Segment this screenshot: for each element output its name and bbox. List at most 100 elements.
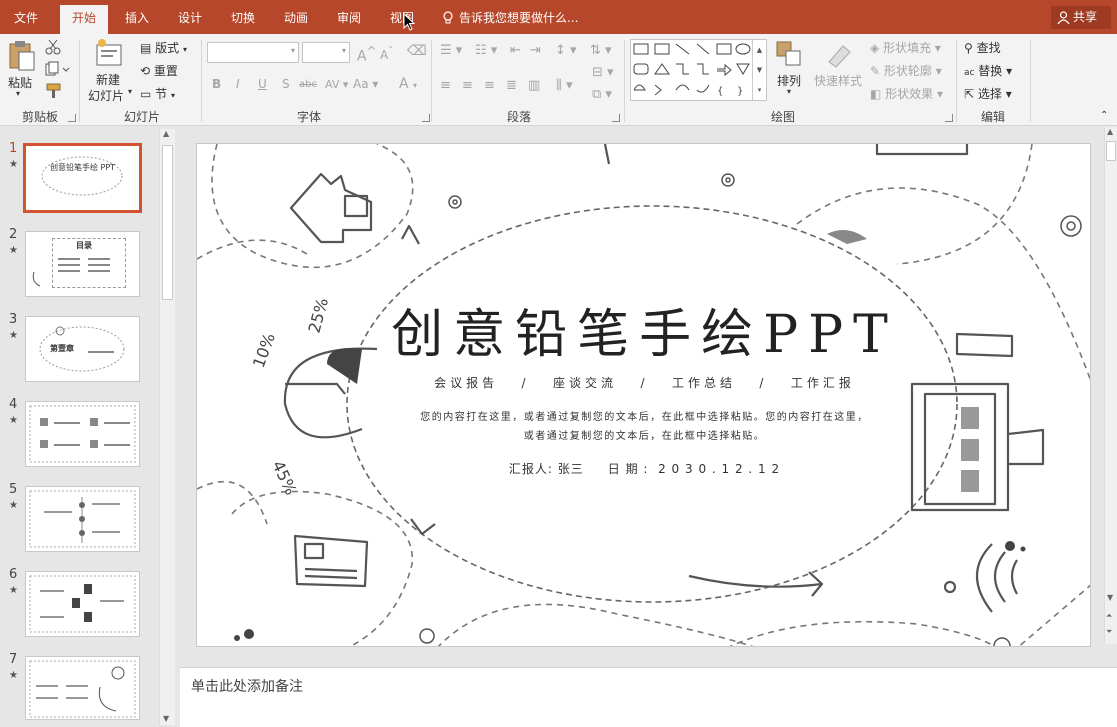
increase-indent-icon[interactable]: ⇥ bbox=[530, 43, 541, 58]
scroll-down-icon[interactable]: ▼ bbox=[163, 714, 169, 723]
animation-star-icon: ★ bbox=[9, 500, 18, 511]
tab-view[interactable]: 视图 bbox=[378, 0, 426, 34]
group-divider bbox=[1030, 40, 1031, 122]
shape-effects-label: 形状效果 bbox=[885, 87, 934, 101]
layout-button[interactable]: ▤ 版式 ▾ bbox=[140, 39, 187, 56]
tab-insert[interactable]: 插入 bbox=[113, 0, 161, 34]
arrange-button[interactable]: 排列 ▾ bbox=[774, 40, 808, 102]
group-divider bbox=[201, 40, 202, 122]
quick-styles-icon bbox=[828, 45, 851, 68]
distributed-icon[interactable]: ▥ bbox=[528, 78, 540, 93]
paragraph-dialog-launcher[interactable] bbox=[612, 114, 620, 122]
columns-icon[interactable]: ⫼ ▾ bbox=[556, 78, 573, 93]
tab-design[interactable]: 设计 bbox=[166, 0, 214, 34]
font-size-select[interactable]: ▾ bbox=[302, 42, 350, 63]
slide-canvas[interactable]: 10% 25% 45% 创意铅笔手绘PPT 会议报告 / 座谈交流 / 工作总结… bbox=[196, 143, 1091, 647]
grow-font-button[interactable]: A^ bbox=[357, 44, 376, 65]
shape-effects-button[interactable]: ◧ 形状效果 ▾ bbox=[870, 85, 943, 102]
scroll-down-icon[interactable]: ▼ bbox=[1107, 593, 1113, 602]
tell-me-box[interactable]: 告诉我您想要做什么... bbox=[442, 0, 578, 34]
slide-thumbnail-2[interactable]: 目录 bbox=[25, 231, 140, 297]
slide-thumbnail-7[interactable] bbox=[25, 656, 140, 720]
thumbnails-scrollbar[interactable]: ▲ ▼ bbox=[159, 129, 175, 725]
shape-fill-button[interactable]: ◈ 形状填充 ▾ bbox=[870, 39, 941, 56]
ribbon: 粘贴 ▾ 剪贴板 新建 幻灯片 ▾ ▤ 版式 ▾ ⟲ 重置 ▭ 节 ▾ 幻灯片 … bbox=[0, 34, 1117, 126]
tab-review[interactable]: 审阅 bbox=[325, 0, 373, 34]
slide-title[interactable]: 创意铅笔手绘PPT bbox=[197, 292, 1090, 367]
tab-home[interactable]: 开始 bbox=[60, 5, 108, 34]
change-case-button[interactable]: Aa ▾ bbox=[353, 77, 378, 91]
align-center-icon[interactable]: ≡ bbox=[462, 78, 473, 93]
slide-thumbnail-1[interactable]: 创意铅笔手绘 PPT bbox=[23, 143, 142, 213]
replace-button[interactable]: ac 替换 ▾ bbox=[964, 62, 1012, 79]
text-direction-icon[interactable]: ⇅ ▾ bbox=[590, 43, 612, 58]
scroll-thumb[interactable] bbox=[162, 145, 173, 300]
paste-button[interactable]: 粘贴 ▾ bbox=[6, 38, 38, 100]
shapes-gallery[interactable]: {} bbox=[630, 39, 767, 101]
layout-label: 版式 bbox=[155, 41, 180, 55]
svg-text:}: } bbox=[737, 86, 743, 97]
strikethrough-button[interactable]: abc bbox=[299, 79, 317, 90]
previous-slide-icon[interactable]: ⏶ bbox=[1106, 611, 1112, 621]
share-button[interactable]: 共享 bbox=[1051, 6, 1111, 29]
shadow-button[interactable]: S bbox=[282, 77, 290, 91]
slide-thumbnail-6[interactable] bbox=[25, 571, 140, 637]
slide-thumbnail-4[interactable] bbox=[25, 401, 140, 467]
clipboard-dialog-launcher[interactable] bbox=[68, 114, 76, 122]
tab-transitions[interactable]: 切换 bbox=[219, 0, 267, 34]
copy-icon[interactable] bbox=[45, 61, 71, 77]
gallery-scroll[interactable]: ▲ ▼ ▾ bbox=[752, 40, 766, 100]
justify-icon[interactable]: ≣ bbox=[506, 78, 517, 93]
cut-icon[interactable] bbox=[45, 39, 61, 55]
line-spacing-icon[interactable]: ↕ ▾ bbox=[555, 43, 577, 58]
slide-thumbnail-5[interactable] bbox=[25, 486, 140, 552]
select-button[interactable]: ⇱ 选择 ▾ bbox=[964, 85, 1012, 102]
align-text-icon[interactable]: ⊟ ▾ bbox=[592, 65, 614, 80]
font-dialog-launcher[interactable] bbox=[422, 114, 430, 122]
numbering-icon[interactable]: ☷ ▾ bbox=[475, 43, 497, 58]
scroll-up-icon[interactable]: ▲ bbox=[163, 129, 169, 138]
align-right-icon[interactable]: ≡ bbox=[484, 78, 495, 93]
slide-body-line-1[interactable]: 您的内容打在这里，或者通过复制您的文本后，在此框中选择粘贴。您的内容打在这里， bbox=[197, 408, 1090, 423]
arrange-icon bbox=[776, 41, 801, 66]
quick-styles-button[interactable]: 快速样式 bbox=[813, 40, 865, 102]
animation-star-icon: ★ bbox=[9, 415, 18, 426]
thumbnail-preview bbox=[29, 490, 136, 548]
cursor-icon: ⇱ bbox=[964, 87, 975, 101]
slide-reporter-date[interactable]: 汇报人: 张三 日 期 : 2 0 3 0 . 1 2 . 1 2 bbox=[197, 460, 1090, 477]
slide-scrollbar[interactable]: ▲ ▼ ⏶ ⏷ bbox=[1104, 127, 1117, 644]
drawing-dialog-launcher[interactable] bbox=[945, 114, 953, 122]
slide-subtitle[interactable]: 会议报告 / 座谈交流 / 工作总结 / 工作汇报 bbox=[197, 374, 1090, 391]
font-color-button[interactable]: A ▾ bbox=[399, 76, 417, 92]
collapse-ribbon-icon[interactable]: ⌃ bbox=[1100, 110, 1108, 121]
underline-button[interactable]: U bbox=[258, 77, 267, 91]
find-button[interactable]: ⚲ 查找 bbox=[964, 39, 1001, 56]
reset-button[interactable]: ⟲ 重置 bbox=[140, 62, 178, 79]
font-family-select[interactable]: ▾ bbox=[207, 42, 299, 63]
slide-thumbnail-3[interactable]: 第壹章 bbox=[25, 316, 140, 382]
bold-button[interactable]: B bbox=[212, 77, 221, 91]
slide-body-line-2[interactable]: 或者通过复制您的文本后，在此框中选择粘贴。 bbox=[197, 427, 1090, 442]
next-slide-icon[interactable]: ⏷ bbox=[1106, 627, 1112, 637]
italic-button[interactable]: I bbox=[236, 77, 240, 91]
shape-outline-label: 形状轮廓 bbox=[883, 64, 932, 78]
shape-outline-button[interactable]: ✎ 形状轮廓 ▾ bbox=[870, 62, 942, 79]
tab-animations[interactable]: 动画 bbox=[272, 0, 320, 34]
new-slide-button[interactable]: 新建 幻灯片 ▾ bbox=[86, 38, 134, 104]
shrink-font-button[interactable]: Aˇ bbox=[380, 46, 393, 62]
scroll-thumb[interactable] bbox=[1106, 141, 1116, 161]
lightbulb-icon bbox=[443, 11, 453, 24]
tab-file[interactable]: 文件 bbox=[0, 0, 52, 34]
font-color-label: A bbox=[399, 76, 409, 92]
clear-formatting-icon[interactable]: ⌫ bbox=[407, 43, 427, 59]
character-spacing-button[interactable]: AV ▾ bbox=[325, 78, 348, 91]
smartart-icon[interactable]: ⧉ ▾ bbox=[592, 87, 612, 102]
scroll-up-icon[interactable]: ▲ bbox=[1107, 127, 1113, 136]
decrease-indent-icon[interactable]: ⇤ bbox=[510, 43, 521, 58]
section-button[interactable]: ▭ 节 ▾ bbox=[140, 85, 175, 102]
format-painter-icon[interactable] bbox=[45, 83, 63, 99]
notes-pane[interactable]: 单击此处添加备注 bbox=[180, 667, 1117, 727]
align-left-icon[interactable]: ≡ bbox=[440, 78, 451, 93]
thumbnail-preview bbox=[29, 660, 136, 718]
bullets-icon[interactable]: ☰ ▾ bbox=[440, 43, 462, 58]
